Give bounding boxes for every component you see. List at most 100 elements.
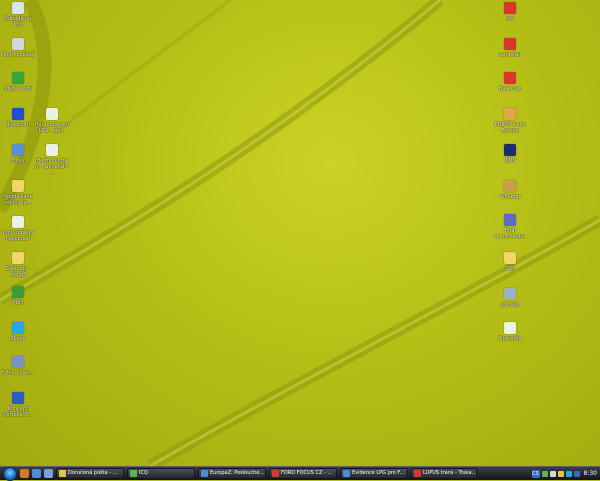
vre-icon [504, 2, 516, 14]
desktop-icon[interactable]: Místa v síti [0, 72, 36, 92]
desktop-icon-label: Fotky [11, 158, 25, 164]
desktop-icon[interactable]: Harmonogram - Generáli - ... [34, 144, 70, 176]
desktop-icon-label: stv [506, 16, 514, 22]
desktop-icon[interactable]: Hamonogram LPG - zpr... [34, 108, 70, 134]
desktop-icon[interactable]: SPD [492, 252, 528, 272]
language-indicator[interactable]: CS [531, 469, 540, 478]
taskbar-button[interactable]: ICQ [127, 468, 195, 479]
desktop-icon-label: Winamp [499, 194, 521, 200]
excel-icon [12, 286, 24, 298]
taskbar-app-icon [59, 470, 66, 477]
desktop-icon-label: EURYS trans Europe [494, 122, 526, 134]
desktop-icon[interactable]: Total Commander [492, 214, 528, 240]
document-icon [504, 322, 516, 334]
taskbar-button[interactable]: FORD FOCUS CZ - ... [269, 468, 337, 479]
desktop-icon-label: Místa v síti [4, 86, 32, 92]
skype-icon [12, 322, 24, 334]
document-icon [46, 108, 58, 120]
desktop-icon[interactable]: Zástupci - .zip.g5 [0, 252, 36, 278]
image-icon [12, 356, 24, 368]
network-tray-icon[interactable] [541, 470, 548, 477]
taskbar-button-label: ICQ [139, 470, 148, 476]
taskbar-button[interactable]: LUPUS trans - Trasa... [411, 468, 477, 479]
taskbar-button-label: Doručená pošta - ... [68, 470, 118, 476]
taskbar-button[interactable]: EuropaZ: Poslouche... [198, 468, 266, 479]
desktop-icon-label: Neodeslané zálohy (p... [3, 194, 33, 206]
desktop-icon-label: Hamonogram LPG - zpr... [34, 122, 70, 134]
desktop-icon[interactable]: Koncept instrukcí C... [0, 392, 36, 418]
desktop-icon-label: Xbin [12, 300, 24, 306]
security-tray-icon[interactable] [557, 470, 564, 477]
desktop-icon[interactable]: procesp [492, 288, 528, 308]
desktop-icon-label: PitstopKit [498, 336, 522, 342]
desktop-icon[interactable]: Fotky [0, 144, 36, 164]
desktop-icon-label: ISDN [503, 158, 517, 164]
start-button[interactable] [3, 466, 17, 481]
gear-icon [504, 288, 516, 300]
desktop-icon[interactable]: Baserver [492, 72, 528, 92]
desktop-icon-label: Zástupci - .zip.g5 [5, 266, 31, 278]
desktop-icon-label: Koncept instrukcí C... [2, 406, 34, 418]
taskbar-app-icon [272, 470, 279, 477]
desktop-icon[interactable]: Odpadkový koš [0, 2, 36, 28]
taskbar-button-label: FORD FOCUS CZ - ... [281, 470, 333, 476]
network-icon [12, 72, 24, 84]
desktop-icon[interactable]: stv [492, 2, 528, 22]
desktop-icon[interactable]: Tento počítač [0, 38, 36, 58]
taskbar-button[interactable]: Doručená pošta - ... [56, 468, 124, 479]
volume-tray-icon[interactable] [549, 470, 556, 477]
vre-icon [504, 72, 516, 84]
desktop-icon[interactable]: Xbin [0, 286, 36, 306]
photos-icon [12, 144, 24, 156]
folder-icon [12, 180, 24, 192]
desktop-icon[interactable]: Fotka video... [0, 356, 36, 376]
computer-icon [12, 38, 24, 50]
desktop-icon[interactable]: semester [492, 38, 528, 58]
desktop-icon[interactable]: PitstopKit [492, 322, 528, 342]
grid-icon [504, 108, 516, 120]
desktop-icon-label: Vzor-uprávky hospodaři [1, 230, 35, 242]
winamp-icon [504, 180, 516, 192]
taskbar-app-icon [343, 470, 350, 477]
word-icon [12, 392, 24, 404]
system-tray: CS 8:30 [531, 467, 600, 481]
vre-icon [504, 38, 516, 50]
taskbar-button-label: Evidence LPG pro F... [352, 470, 405, 476]
java-icon [504, 144, 516, 156]
desktop-icon[interactable]: ISDN [492, 144, 528, 164]
desktop-icon-label: semester [498, 52, 522, 58]
recycle-bin-icon [12, 2, 24, 14]
floppy-icon [504, 214, 516, 226]
desktop-icon[interactable]: Neodeslané zálohy (p... [0, 180, 36, 206]
taskbar-app-icon [201, 470, 208, 477]
clock[interactable]: 8:30 [584, 470, 597, 477]
taskbar: Doručená pošta - ... ICQ EuropaZ: Poslouch… [0, 466, 600, 481]
document-icon [46, 144, 58, 156]
desktop-icon-label: Skype [10, 336, 26, 342]
switch-windows-quicklaunch-icon[interactable] [44, 469, 53, 478]
desktop-icon-label: Bluetooth [5, 122, 31, 128]
desktop-background: Odpadkový koš Tento počítač Místa v síti Bl… [0, 0, 600, 466]
desktop-icon[interactable]: EURYS trans Europe [492, 108, 528, 134]
taskbar-app-icon [414, 470, 421, 477]
skype-tray-icon[interactable] [565, 470, 572, 477]
desktop-icon-label: procesp [500, 302, 520, 308]
desktop-icon[interactable]: Vzor-uprávky hospodaři [0, 216, 36, 242]
bluetooth-icon [12, 108, 24, 120]
bluetooth-tray-icon[interactable] [573, 470, 580, 477]
desktop-icon-label: Total Commander [494, 228, 526, 240]
desktop-icon-label: Tento počítač [1, 52, 35, 58]
taskbar-button-label: LUPUS trans - Trasa... [423, 470, 477, 476]
taskbar-button[interactable]: Evidence LPG pro F... [340, 468, 408, 479]
show-desktop-quicklaunch-icon[interactable] [32, 469, 41, 478]
desktop-icon[interactable]: Skype [0, 322, 36, 342]
firefox-quicklaunch-icon[interactable] [20, 469, 29, 478]
folder-icon [504, 252, 516, 264]
desktop-icon-label: Baserver [498, 86, 522, 92]
desktop-icon-label: Odpadkový koš [3, 16, 33, 28]
folder-icon [12, 252, 24, 264]
taskbar-button-label: EuropaZ: Poslouche... [210, 470, 265, 476]
desktop-icon[interactable]: Bluetooth [0, 108, 36, 128]
desktop-icon[interactable]: Winamp [492, 180, 528, 200]
desktop-icon-label: Fotka video... [1, 370, 35, 376]
